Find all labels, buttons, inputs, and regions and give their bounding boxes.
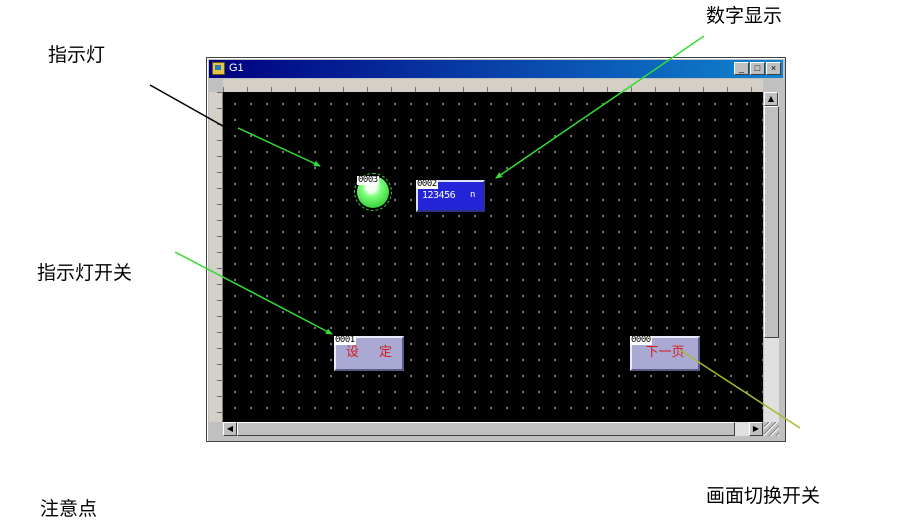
callout-screen-switch-label: 画面切换开关 <box>706 485 821 507</box>
scroll-left-icon[interactable]: ◀ <box>223 422 237 436</box>
minimize-button[interactable]: _ <box>734 62 749 75</box>
numeric-display-unit: n <box>470 190 476 200</box>
app-icon <box>212 62 225 75</box>
numeric-display-value: 123456 <box>422 190 456 201</box>
window-titlebar[interactable]: G1 _ □ × <box>209 60 783 78</box>
vertical-scrollbar[interactable]: ▲ <box>764 92 779 422</box>
maximize-button[interactable]: □ <box>750 62 765 75</box>
vertical-ruler <box>209 92 223 422</box>
callout-note-label: 注意点 <box>40 498 98 520</box>
vertical-scroll-thumb[interactable] <box>764 106 779 338</box>
horizontal-ruler <box>223 79 763 93</box>
design-canvas[interactable]: 0003 123456 n 0002 设 定 0001 下一页 0000 <box>223 92 763 422</box>
scroll-right-icon[interactable]: ▶ <box>749 422 763 436</box>
callout-indicator-switch-label: 指示灯开关 <box>37 262 133 284</box>
horizontal-scrollbar[interactable]: ◀ ▶ <box>223 422 763 436</box>
next-page-button-id-tag: 0000 <box>630 335 652 345</box>
close-button[interactable]: × <box>766 62 781 75</box>
scroll-up-icon[interactable]: ▲ <box>764 92 778 106</box>
resize-grip[interactable] <box>764 422 779 436</box>
callout-indicator-label: 指示灯 <box>48 44 106 66</box>
set-button-id-tag: 0001 <box>334 335 356 345</box>
window-title: G1 <box>229 62 244 74</box>
callout-numeric-display-label: 数字显示 <box>706 5 783 27</box>
display-id-tag: 0002 <box>416 179 438 189</box>
lamp-id-tag: 0003 <box>357 175 379 185</box>
screen-editor-window: G1 _ □ × 0003 123456 n 0002 设 定 0001 下一页… <box>206 57 786 442</box>
horizontal-scroll-thumb[interactable] <box>237 422 735 436</box>
